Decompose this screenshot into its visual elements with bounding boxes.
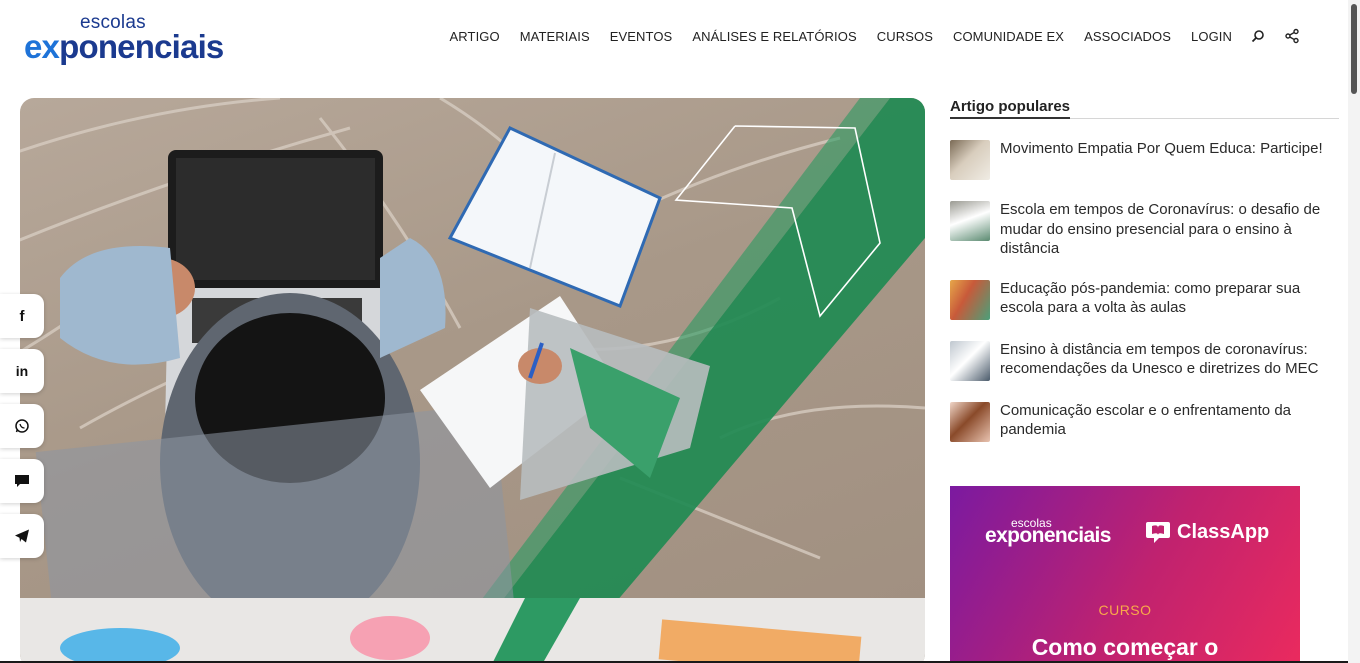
social-share-rail: f in bbox=[0, 294, 46, 569]
comment-icon bbox=[15, 475, 29, 487]
article-title[interactable]: Escola em tempos de Coronavírus: o desaf… bbox=[1000, 200, 1339, 259]
popular-item[interactable]: Escola em tempos de Coronavírus: o desaf… bbox=[950, 200, 1339, 259]
facebook-share-button[interactable]: f bbox=[0, 294, 44, 338]
article-title[interactable]: Educação pós-pandemia: como preparar sua… bbox=[1000, 279, 1339, 318]
nav-eventos[interactable]: EVENTOS bbox=[610, 29, 673, 44]
main-nav: ARTIGO MATERIAIS EVENTOS ANÁLISES E RELA… bbox=[430, 26, 1300, 46]
site-logo[interactable]: escolas exponenciais bbox=[24, 12, 229, 65]
article-title[interactable]: Ensino à distância em tempos de coronaví… bbox=[1000, 340, 1339, 379]
popular-item[interactable]: Educação pós-pandemia: como preparar sua… bbox=[950, 279, 1339, 320]
hero-illustration bbox=[20, 98, 925, 663]
article-thumbnail[interactable] bbox=[950, 140, 990, 180]
linkedin-icon: in bbox=[15, 363, 29, 379]
site-header: escolas exponenciais ARTIGO MATERIAIS EV… bbox=[0, 0, 1348, 72]
course-ad-banner[interactable]: escolas exponenciais ClassApp CURSO Como… bbox=[950, 486, 1300, 663]
page-scrollbar[interactable] bbox=[1348, 0, 1360, 663]
popular-articles-title: Artigo populares bbox=[950, 98, 1071, 119]
popular-item[interactable]: Comunicação escolar e o enfrentamento da… bbox=[950, 401, 1339, 442]
article-title[interactable]: Comunicação escolar e o enfrentamento da… bbox=[1000, 401, 1339, 440]
classapp-logo: ClassApp bbox=[1145, 520, 1269, 544]
nav-analises[interactable]: ANÁLISES E RELATÓRIOS bbox=[692, 29, 856, 44]
nav-artigo[interactable]: ARTIGO bbox=[450, 29, 500, 44]
share-icon[interactable] bbox=[1284, 28, 1300, 44]
nav-cursos[interactable]: CURSOS bbox=[877, 29, 933, 44]
logo-big-text: exponenciais bbox=[24, 28, 224, 65]
popular-articles: Artigo populares Movimento Empatia Por Q… bbox=[950, 98, 1339, 462]
whatsapp-icon bbox=[15, 419, 29, 433]
hero-image bbox=[20, 98, 925, 663]
scrollbar-thumb[interactable] bbox=[1351, 4, 1357, 94]
classapp-icon bbox=[1146, 522, 1170, 543]
linkedin-share-button[interactable]: in bbox=[0, 349, 44, 393]
telegram-icon bbox=[15, 529, 29, 543]
search-icon[interactable] bbox=[1250, 28, 1266, 44]
ad-kicker: CURSO bbox=[1098, 602, 1152, 618]
nav-materiais[interactable]: MATERIAIS bbox=[520, 29, 590, 44]
nav-login[interactable]: LOGIN bbox=[1191, 29, 1232, 44]
popular-list: Movimento Empatia Por Quem Educa: Partic… bbox=[950, 139, 1339, 442]
facebook-icon: f bbox=[19, 307, 25, 325]
comment-share-button[interactable] bbox=[0, 459, 44, 503]
article-thumbnail[interactable] bbox=[950, 279, 990, 320]
article-title[interactable]: Movimento Empatia Por Quem Educa: Partic… bbox=[1000, 139, 1323, 159]
popular-item[interactable]: Ensino à distância em tempos de coronaví… bbox=[950, 340, 1339, 381]
popular-item[interactable]: Movimento Empatia Por Quem Educa: Partic… bbox=[950, 139, 1339, 180]
article-thumbnail[interactable] bbox=[950, 340, 990, 381]
ad-logo-big: exponenciais bbox=[985, 524, 1111, 547]
ad-headline: Como começar o bbox=[1031, 634, 1219, 660]
whatsapp-share-button[interactable] bbox=[0, 404, 44, 448]
nav-associados[interactable]: ASSOCIADOS bbox=[1084, 29, 1171, 44]
nav-comunidade[interactable]: COMUNIDADE EX bbox=[953, 29, 1064, 44]
article-thumbnail[interactable] bbox=[950, 201, 990, 241]
classapp-text: ClassApp bbox=[1177, 520, 1270, 543]
telegram-share-button[interactable] bbox=[0, 514, 44, 558]
article-thumbnail[interactable] bbox=[950, 401, 990, 442]
